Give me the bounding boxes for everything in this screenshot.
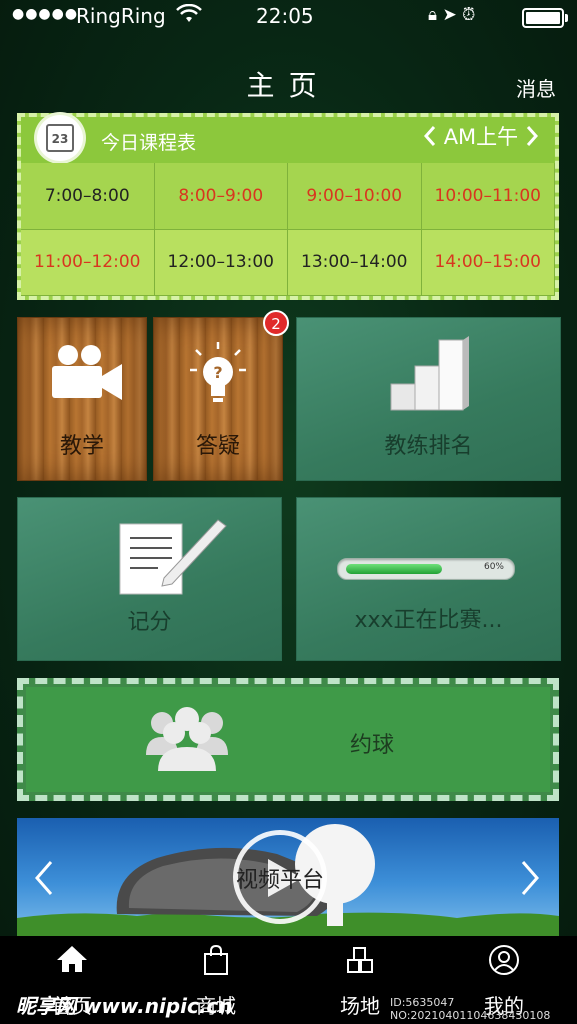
video-platform-label: 视频平台	[235, 868, 324, 893]
coach-ranking-label: 教练排名	[384, 434, 473, 459]
booking-banner[interactable]: 约球	[17, 678, 559, 801]
schedule-title: 今日课程表	[101, 132, 197, 154]
ranking-chart-icon	[387, 332, 471, 418]
match-status-tile[interactable]: 60% xxx正在比赛...	[296, 497, 561, 661]
scoring-label: 记分	[127, 610, 172, 635]
period-label: AM上午	[443, 125, 519, 149]
schedule-slot[interactable]: 9:00–10:00	[288, 163, 422, 230]
watermark-id: ID:5635047 NO:20210401104638430108	[390, 996, 551, 1022]
schedule-panel: 23 今日课程表 AM上午 7:00–8:00 8:00–9:00 9:00–1…	[17, 113, 559, 300]
carrier-name: RingRing	[76, 4, 166, 28]
rotation-lock-icon: 🔒︎	[428, 5, 438, 25]
schedule-slot[interactable]: 8:00–9:00	[154, 163, 288, 230]
signal-strength-icon: ●●●●●	[12, 6, 79, 22]
schedule-slot[interactable]: 12:00–13:00	[154, 229, 288, 296]
teaching-tile[interactable]: 教学	[17, 317, 147, 481]
chevron-left-icon[interactable]	[423, 125, 444, 149]
schedule-slot[interactable]: 7:00–8:00	[21, 163, 155, 230]
calendar-icon: 23	[37, 115, 83, 161]
scoring-tile[interactable]: 记分	[17, 497, 282, 661]
booking-label: 约球	[350, 733, 395, 758]
watermark-brand: 昵享网 www.nipic.cn	[16, 994, 233, 1018]
svg-text:?: ?	[213, 363, 222, 382]
alarm-icon: ⏰︎	[462, 5, 476, 25]
period-switcher: AM上午	[423, 121, 539, 151]
messages-button[interactable]: 消息	[516, 73, 556, 102]
scorecard-icon	[118, 516, 228, 600]
teaching-label: 教学	[59, 434, 104, 459]
chevron-right-icon[interactable]	[525, 125, 539, 149]
video-platform-banner[interactable]: 视频平台	[17, 818, 559, 936]
coach-ranking-tile[interactable]: 教练排名	[296, 317, 561, 481]
schedule-slot[interactable]: 10:00–11:00	[421, 163, 555, 230]
lightbulb-icon: ?	[188, 340, 248, 410]
home-icon	[0, 944, 144, 982]
battery-icon	[522, 8, 568, 28]
booking-panel: 约球	[26, 687, 550, 792]
schedule-slot[interactable]: 14:00–15:00	[421, 229, 555, 296]
match-status-label: xxx正在比赛...	[354, 608, 503, 633]
clock-time: 22:05	[256, 4, 314, 28]
calendar-day: 23	[46, 124, 74, 152]
match-progress-label: 60%	[483, 562, 504, 572]
qa-label: 答疑	[195, 434, 240, 459]
carousel-next-icon[interactable]	[519, 858, 541, 902]
wifi-icon	[176, 3, 202, 29]
group-people-icon	[144, 705, 230, 777]
video-camera-icon	[48, 344, 124, 406]
schedule-slot[interactable]: 11:00–12:00	[21, 229, 155, 296]
location-icon: ➤	[442, 5, 457, 25]
qa-tile[interactable]: ? 答疑	[153, 317, 283, 481]
carousel-prev-icon[interactable]	[33, 858, 55, 902]
schedule-slot[interactable]: 13:00–14:00	[288, 229, 422, 296]
schedule-grid: 7:00–8:00 8:00–9:00 9:00–10:00 10:00–11:…	[21, 163, 555, 296]
shopping-bag-icon	[144, 944, 288, 984]
page-title: 主页	[246, 69, 331, 102]
user-icon	[432, 944, 576, 984]
match-progress-bar: 60%	[337, 558, 515, 580]
status-icons: 🔒︎ ➤ ⏰︎	[428, 5, 475, 25]
status-bar: ●●●●● RingRing 22:05 🔒︎ ➤ ⏰︎	[0, 0, 577, 34]
match-progress-fill	[346, 564, 442, 574]
venue-icon	[288, 944, 432, 984]
notification-badge: 2	[263, 310, 289, 336]
